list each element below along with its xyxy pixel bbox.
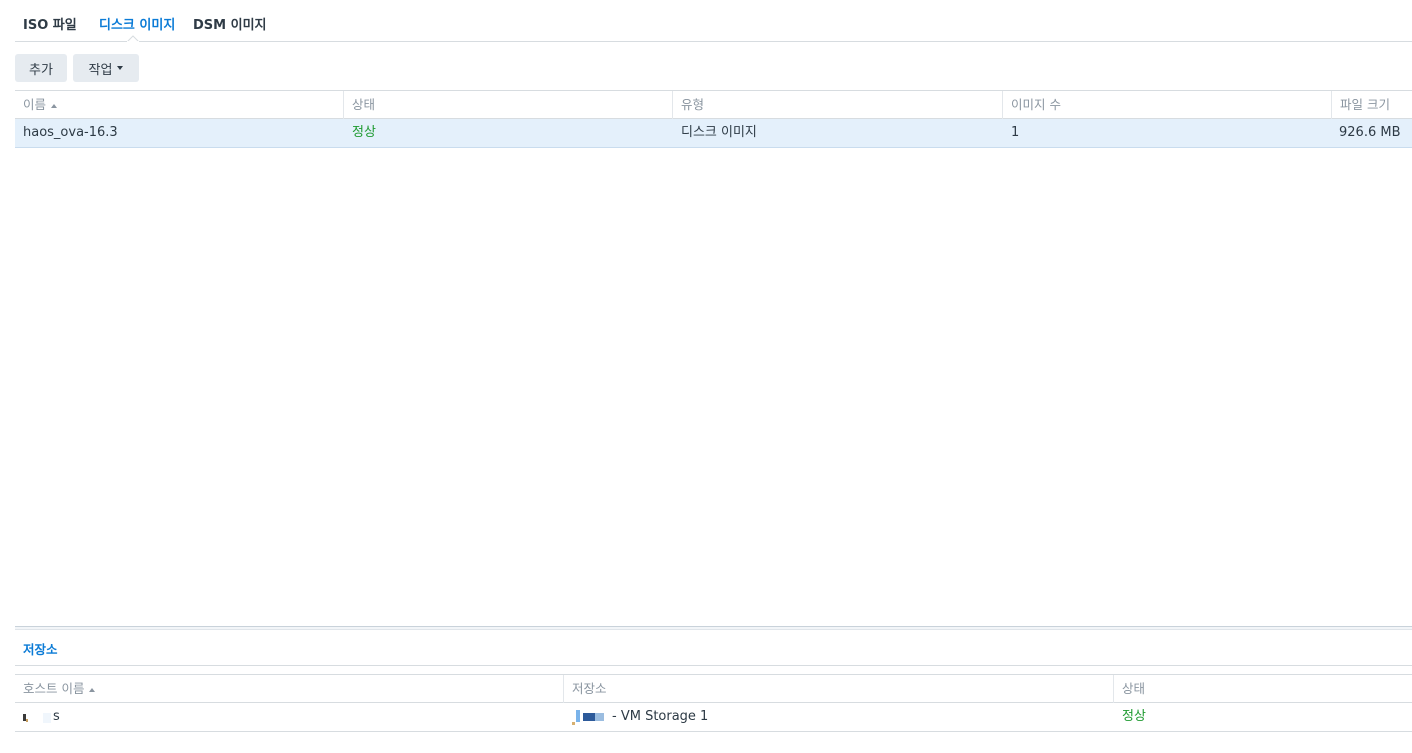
redacted-storage-name-part: [595, 713, 604, 721]
cell-storage: - VM Storage 1: [564, 703, 1114, 731]
storage-table: 호스트 이름 저장소 상태 s - VM Storage 1 정상: [15, 674, 1412, 733]
storage-table-header: 호스트 이름 저장소 상태: [15, 674, 1412, 703]
sort-ascending-icon: [51, 103, 58, 108]
table-row[interactable]: haos_ova-16.3 정상 디스크 이미지 1 926.6 MB: [15, 119, 1412, 148]
image-table: 이름 상태 유형 이미지 수 파일 크기 haos_ova-16.3 정상 디스…: [15, 90, 1412, 149]
image-type-tabs: ISO 파일 디스크 이미지 DSM 이미지: [15, 0, 1412, 42]
cell-file-size: 926.6 MB: [1339, 125, 1401, 140]
action-dropdown-button[interactable]: 작업: [73, 54, 139, 82]
column-header-image-count[interactable]: 이미지 수: [1003, 91, 1332, 119]
detail-panel-tabs: 저장소: [15, 630, 1412, 666]
image-manager-page: ISO 파일 디스크 이미지 DSM 이미지 추가 작업 이름 상태 유형 이미…: [0, 0, 1412, 753]
chevron-down-icon: [117, 66, 124, 70]
column-header-storage[interactable]: 저장소: [564, 675, 1114, 703]
tab-disk-images[interactable]: 디스크 이미지: [99, 14, 175, 33]
tab-dsm-images[interactable]: DSM 이미지: [193, 14, 267, 33]
active-tab-indicator: [127, 35, 139, 42]
redacted-host-name-part: [26, 719, 28, 722]
tab-storage[interactable]: 저장소: [23, 639, 58, 658]
column-header-host-name[interactable]: 호스트 이름: [15, 675, 564, 703]
cell-status: 정상: [352, 125, 376, 140]
host-name-suffix: s: [53, 709, 60, 724]
add-button[interactable]: 추가: [15, 54, 67, 82]
column-header-file-size[interactable]: 파일 크기: [1332, 91, 1412, 119]
column-header-name-label: 이름: [23, 97, 47, 112]
action-button-label: 작업: [88, 62, 113, 78]
redacted-storage-name-part: [583, 713, 595, 721]
cell-storage-status: 정상: [1122, 709, 1146, 724]
sort-ascending-icon: [89, 687, 96, 692]
column-header-host-name-label: 호스트 이름: [23, 681, 85, 696]
storage-name-suffix: - VM Storage 1: [612, 709, 709, 724]
column-header-type[interactable]: 유형: [673, 91, 1003, 119]
add-button-label: 추가: [29, 62, 53, 78]
column-header-name[interactable]: 이름: [15, 91, 344, 119]
image-table-header: 이름 상태 유형 이미지 수 파일 크기: [15, 90, 1412, 119]
redacted-storage-name-part: [576, 710, 580, 722]
column-header-status[interactable]: 상태: [344, 91, 673, 119]
column-header-status[interactable]: 상태: [1114, 675, 1412, 703]
cell-image-count: 1: [1011, 125, 1020, 140]
cell-name: haos_ova-16.3: [23, 125, 118, 140]
redacted-storage-name: [572, 722, 575, 725]
cell-host-name: s: [15, 703, 564, 731]
tab-iso-files[interactable]: ISO 파일: [23, 14, 77, 33]
table-row[interactable]: s - VM Storage 1 정상: [15, 703, 1412, 732]
redacted-host-name-part: [43, 713, 51, 723]
cell-type: 디스크 이미지: [681, 125, 757, 140]
